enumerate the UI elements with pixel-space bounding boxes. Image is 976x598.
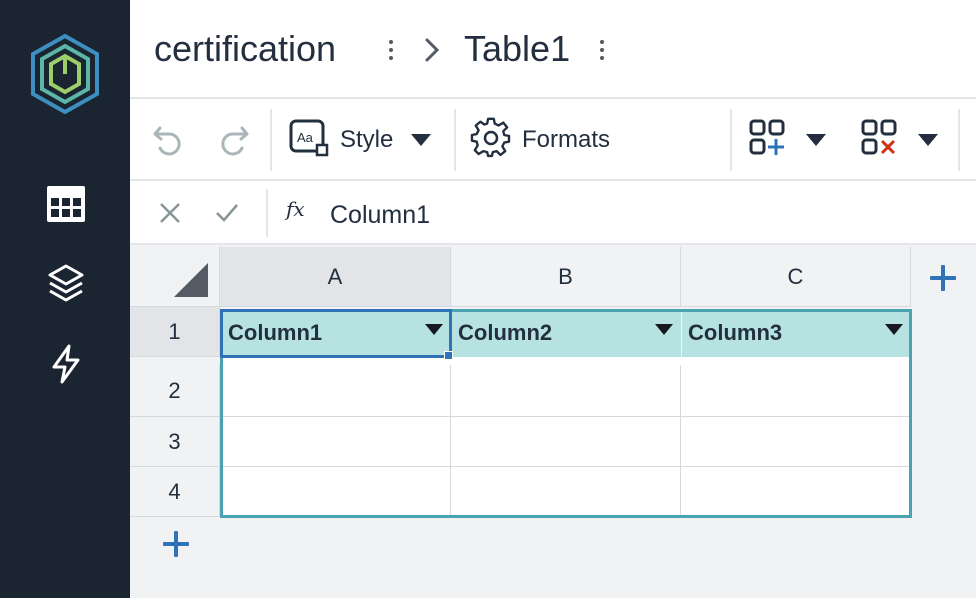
add-column-plus-icon[interactable] xyxy=(928,263,958,293)
toolbar-divider xyxy=(454,109,456,171)
redo-button[interactable] xyxy=(216,117,252,163)
lightning-icon[interactable] xyxy=(45,343,87,385)
parent-more-options-icon[interactable] xyxy=(386,40,396,62)
undo-button[interactable] xyxy=(150,117,186,163)
layers-icon[interactable] xyxy=(45,262,87,304)
svg-text:Aa: Aa xyxy=(297,130,314,145)
cell-c4[interactable] xyxy=(681,467,911,517)
column3-filter-dropdown-icon[interactable] xyxy=(885,324,903,335)
redo-icon xyxy=(216,120,252,161)
cell-b4[interactable] xyxy=(451,467,681,517)
table-header-cell-column1[interactable]: Column1 xyxy=(222,309,451,357)
formula-input[interactable]: Column1 xyxy=(330,201,430,230)
main-area: certification Table1 Aa Style Formats fx… xyxy=(130,0,976,598)
formula-divider xyxy=(266,189,268,237)
column2-filter-dropdown-icon[interactable] xyxy=(655,324,673,335)
fill-handle[interactable] xyxy=(444,351,453,360)
cell-b3[interactable] xyxy=(451,417,681,467)
table-header-cell-column2[interactable]: Column2 xyxy=(452,309,681,357)
insert-cells-icon xyxy=(748,117,790,164)
delete-cells-icon xyxy=(860,117,902,164)
cell-c3[interactable] xyxy=(681,417,911,467)
toolbar: Aa Style Formats xyxy=(130,99,976,181)
row-header-2[interactable]: 2 xyxy=(130,365,220,417)
cell-a4[interactable] xyxy=(220,467,451,517)
breadcrumb-current: Table1 xyxy=(464,28,571,69)
insert-caret-icon xyxy=(806,134,826,146)
fx-icon: fx xyxy=(286,197,305,221)
table-grid-icon[interactable] xyxy=(45,183,87,225)
delete-caret-icon xyxy=(918,134,938,146)
chevron-right-icon xyxy=(422,36,442,69)
breadcrumb-parent[interactable]: certification xyxy=(154,28,336,70)
gear-icon xyxy=(470,117,512,164)
toolbar-divider xyxy=(958,109,960,171)
undo-icon xyxy=(150,120,186,161)
table-header-label: Column3 xyxy=(688,320,783,345)
cell-a3[interactable] xyxy=(220,417,451,467)
table-more-options-icon[interactable] xyxy=(597,40,607,62)
select-all-corner[interactable] xyxy=(130,247,220,307)
column-header-b[interactable]: B xyxy=(451,247,681,307)
breadcrumb: certification Table1 xyxy=(130,0,976,99)
delete-cells-button[interactable] xyxy=(860,117,938,163)
add-row-plus-icon[interactable] xyxy=(161,529,191,559)
style-caret-icon xyxy=(411,134,432,146)
formats-button[interactable]: Formats xyxy=(470,117,610,163)
table-header-cell-column3[interactable]: Column3 xyxy=(682,309,911,357)
column1-filter-dropdown-icon[interactable] xyxy=(425,324,443,335)
spreadsheet-grid: A B C 1 Column1 Column2 Column3 2 3 4 xyxy=(130,247,976,598)
text-style-icon: Aa xyxy=(288,117,330,164)
table-header-label: Column1 xyxy=(228,320,323,345)
style-label: Style xyxy=(340,126,394,153)
table-spacer xyxy=(220,357,912,365)
column-header-c[interactable]: C xyxy=(681,247,911,307)
app-logo-icon[interactable] xyxy=(30,33,100,115)
row-header-1[interactable]: 1 xyxy=(130,307,220,357)
style-dropdown-button[interactable]: Aa Style xyxy=(288,117,432,164)
cell-a2[interactable] xyxy=(220,365,451,417)
cell-c2[interactable] xyxy=(681,365,911,417)
row-header-4[interactable]: 4 xyxy=(130,467,220,517)
formula-bar: fx Column1 xyxy=(130,181,976,245)
cell-b2[interactable] xyxy=(451,365,681,417)
insert-cells-button[interactable] xyxy=(748,117,826,163)
cancel-edit-icon[interactable] xyxy=(158,201,182,230)
confirm-edit-icon[interactable] xyxy=(214,201,240,230)
row-header-3[interactable]: 3 xyxy=(130,417,220,467)
table-header-label: Column2 xyxy=(458,320,553,345)
formats-label: Formats xyxy=(522,126,611,153)
toolbar-divider xyxy=(730,109,732,171)
sidebar xyxy=(0,0,130,598)
column-header-a[interactable]: A xyxy=(220,247,451,307)
toolbar-divider xyxy=(270,109,272,171)
